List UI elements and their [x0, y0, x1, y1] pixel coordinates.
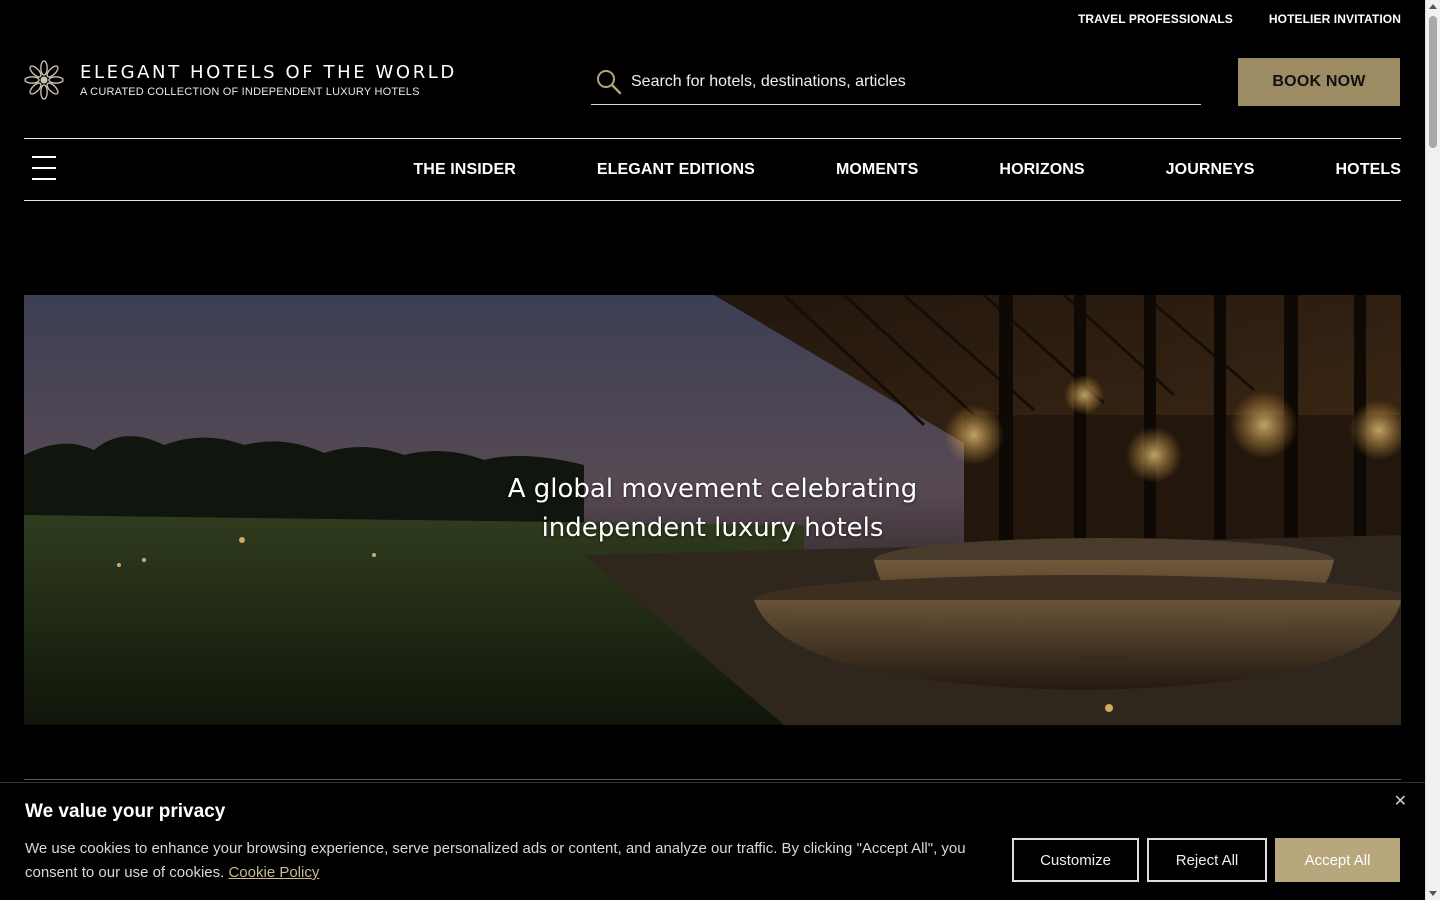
- page: TRAVEL PROFESSIONALS HOTELIER INVITATION…: [0, 0, 1425, 900]
- search-icon[interactable]: [595, 68, 623, 96]
- nav-links: THE INSIDER ELEGANT EDITIONS MOMENTS HOR…: [413, 139, 1401, 200]
- accept-all-button[interactable]: Accept All: [1275, 838, 1400, 882]
- brand-name: ELEGANT HOTELS OF THE WORLD: [80, 62, 457, 83]
- scrollbar-thumb[interactable]: [1429, 16, 1437, 148]
- nav-item-journeys[interactable]: JOURNEYS: [1166, 161, 1255, 179]
- cookie-text: We use cookies to enhance your browsing …: [25, 837, 995, 885]
- scroll-down-arrow-icon[interactable]: [1429, 891, 1437, 896]
- brand-logo-link[interactable]: ELEGANT HOTELS OF THE WORLD A CURATED CO…: [24, 60, 457, 100]
- main-nav: THE INSIDER ELEGANT EDITIONS MOMENTS HOR…: [24, 138, 1401, 201]
- nav-item-hotels[interactable]: HOTELS: [1336, 161, 1402, 179]
- utility-links: TRAVEL PROFESSIONALS HOTELIER INVITATION: [1078, 12, 1401, 26]
- search-input[interactable]: [631, 73, 1171, 91]
- reject-all-button[interactable]: Reject All: [1147, 838, 1267, 882]
- scrollbar[interactable]: [1425, 0, 1440, 900]
- nav-item-moments[interactable]: MOMENTS: [836, 161, 918, 179]
- customize-button[interactable]: Customize: [1012, 838, 1139, 882]
- nav-item-elegant-editions[interactable]: ELEGANT EDITIONS: [597, 161, 755, 179]
- hamburger-menu-icon[interactable]: [32, 156, 56, 182]
- cookie-message: We use cookies to enhance your browsing …: [25, 840, 966, 881]
- sunburst-logo-icon: [24, 60, 64, 100]
- scroll-up-arrow-icon[interactable]: [1429, 4, 1437, 9]
- brand-text: ELEGANT HOTELS OF THE WORLD A CURATED CO…: [80, 62, 457, 98]
- close-icon[interactable]: ✕: [1394, 791, 1407, 811]
- brand-tagline: A CURATED COLLECTION OF INDEPENDENT LUXU…: [80, 86, 420, 98]
- hero-line-1: A global movement celebrating: [507, 474, 918, 504]
- hero-headline: A global movement celebrating independen…: [24, 470, 1401, 548]
- search-bar: [591, 60, 1201, 105]
- travel-professionals-link[interactable]: TRAVEL PROFESSIONALS: [1078, 12, 1233, 26]
- cookie-banner: We value your privacy ✕ We use cookies t…: [0, 782, 1425, 900]
- nav-item-the-insider[interactable]: THE INSIDER: [413, 161, 515, 179]
- hotelier-invitation-link[interactable]: HOTELIER INVITATION: [1269, 12, 1401, 26]
- nav-item-horizons[interactable]: HORIZONS: [999, 161, 1084, 179]
- book-now-button[interactable]: BOOK NOW: [1238, 58, 1400, 106]
- cookie-policy-link[interactable]: Cookie Policy: [228, 864, 319, 881]
- hero-banner: A global movement celebrating independen…: [24, 295, 1401, 725]
- section-divider: [24, 779, 1401, 780]
- hero-line-2: independent luxury hotels: [541, 513, 884, 543]
- cookie-title: We value your privacy: [25, 801, 226, 822]
